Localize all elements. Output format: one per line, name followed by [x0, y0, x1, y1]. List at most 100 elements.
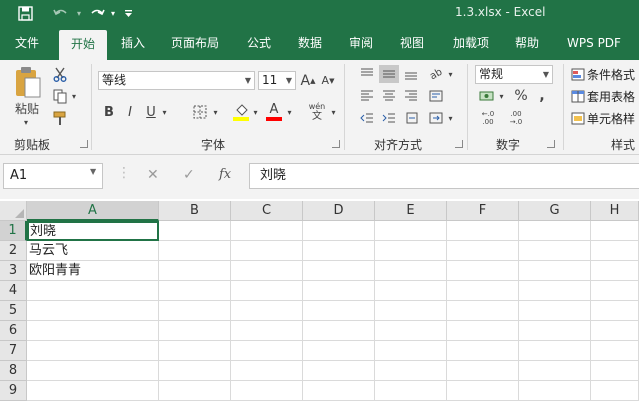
- tab-formulas[interactable]: 公式: [236, 26, 282, 60]
- underline-dropdown-icon[interactable]: ▾: [160, 102, 169, 122]
- decrease-decimal-icon[interactable]: .00 →.0: [505, 109, 527, 127]
- italic-button[interactable]: I: [121, 102, 139, 122]
- table-cell[interactable]: [303, 361, 375, 381]
- table-cell[interactable]: [303, 261, 375, 281]
- table-cell[interactable]: [303, 321, 375, 341]
- table-cell[interactable]: [375, 261, 447, 281]
- table-cell[interactable]: [159, 301, 231, 321]
- accounting-format-icon[interactable]: [477, 87, 497, 105]
- table-cell[interactable]: [159, 321, 231, 341]
- row-header[interactable]: 6: [0, 321, 27, 341]
- copy-icon[interactable]: [50, 87, 70, 105]
- table-cell[interactable]: [591, 221, 639, 241]
- font-color-icon[interactable]: A: [264, 100, 284, 124]
- percent-style-button[interactable]: %: [512, 87, 530, 105]
- redo-icon[interactable]: [84, 3, 110, 23]
- distribute-icon[interactable]: [404, 109, 420, 127]
- table-cell[interactable]: [447, 281, 519, 301]
- tab-review[interactable]: 审阅: [338, 26, 384, 60]
- tab-file[interactable]: 文件: [4, 26, 50, 60]
- merge-center-icon[interactable]: [426, 109, 446, 127]
- paste-icon[interactable]: [10, 64, 44, 100]
- table-cell[interactable]: [27, 281, 159, 301]
- fill-color-icon[interactable]: [231, 100, 251, 124]
- wrap-text-icon[interactable]: [426, 87, 446, 105]
- table-cell[interactable]: [519, 341, 591, 361]
- table-cell[interactable]: [159, 261, 231, 281]
- number-launcher-icon[interactable]: [547, 140, 555, 148]
- increase-indent-icon[interactable]: [379, 109, 399, 127]
- table-cell[interactable]: [447, 341, 519, 361]
- decrease-font-size-icon[interactable]: A ▼: [319, 71, 337, 90]
- font-launcher-icon[interactable]: [332, 140, 340, 148]
- table-cell[interactable]: [231, 261, 303, 281]
- table-cell[interactable]: [375, 361, 447, 381]
- cut-icon[interactable]: [50, 65, 70, 83]
- table-cell[interactable]: [375, 281, 447, 301]
- increase-decimal-icon[interactable]: ←.0.00: [477, 109, 499, 127]
- decrease-indent-icon[interactable]: [357, 109, 377, 127]
- table-cell[interactable]: [591, 341, 639, 361]
- table-cell[interactable]: [231, 301, 303, 321]
- table-cell[interactable]: [519, 221, 591, 241]
- table-cell[interactable]: [303, 281, 375, 301]
- table-cell[interactable]: [591, 321, 639, 341]
- table-cell[interactable]: [27, 361, 159, 381]
- active-cell[interactable]: 刘晓: [27, 221, 159, 241]
- table-cell[interactable]: [159, 361, 231, 381]
- table-cell[interactable]: [159, 281, 231, 301]
- table-cell[interactable]: [447, 321, 519, 341]
- number-format-dropdown-icon[interactable]: ▼: [543, 66, 549, 83]
- enter-icon[interactable]: ✓: [183, 167, 195, 183]
- table-cell[interactable]: [591, 301, 639, 321]
- table-cell[interactable]: [303, 301, 375, 321]
- font-color-dropdown-icon[interactable]: ▾: [285, 102, 294, 122]
- font-name-dropdown-icon[interactable]: ▼: [245, 72, 251, 89]
- table-cell[interactable]: [519, 261, 591, 281]
- table-cell[interactable]: [375, 301, 447, 321]
- column-header[interactable]: B: [159, 201, 231, 221]
- merge-dropdown-icon[interactable]: ▾: [446, 109, 455, 127]
- align-top-icon[interactable]: [357, 65, 377, 83]
- phonetic-dropdown-icon[interactable]: ▾: [329, 102, 338, 122]
- tab-wps-pdf[interactable]: WPS PDF: [558, 26, 630, 60]
- tab-insert[interactable]: 插入: [110, 26, 156, 60]
- underline-button[interactable]: U: [142, 102, 160, 122]
- conditional-formatting-button[interactable]: 条件格式: [571, 65, 639, 83]
- row-header[interactable]: 3: [0, 261, 27, 281]
- table-cell[interactable]: [303, 241, 375, 261]
- orientation-icon[interactable]: ab: [426, 65, 446, 83]
- table-cell[interactable]: [591, 241, 639, 261]
- row-header[interactable]: 9: [0, 381, 27, 401]
- table-cell[interactable]: 马云飞: [27, 241, 159, 261]
- paste-button[interactable]: 粘贴: [10, 100, 44, 116]
- table-cell[interactable]: [303, 381, 375, 401]
- table-cell[interactable]: [591, 281, 639, 301]
- table-cell[interactable]: [375, 221, 447, 241]
- customize-quick-access-icon[interactable]: [121, 3, 135, 23]
- table-cell[interactable]: [27, 301, 159, 321]
- table-cell[interactable]: [231, 381, 303, 401]
- tab-view[interactable]: 视图: [389, 26, 435, 60]
- table-cell[interactable]: [375, 381, 447, 401]
- name-box[interactable]: A1: [3, 163, 103, 189]
- format-painter-icon[interactable]: [50, 109, 70, 127]
- increase-font-size-icon[interactable]: A ▲: [299, 71, 317, 90]
- font-name-combo[interactable]: 等线 ▼: [98, 71, 255, 90]
- borders-dropdown-icon[interactable]: ▾: [211, 102, 220, 122]
- table-cell[interactable]: [303, 341, 375, 361]
- copy-dropdown-icon[interactable]: ▾: [70, 87, 78, 105]
- phonetic-guide-icon[interactable]: wén 文: [306, 100, 328, 124]
- undo-icon[interactable]: [48, 3, 74, 23]
- column-header[interactable]: F: [447, 201, 519, 221]
- table-cell[interactable]: [303, 221, 375, 241]
- table-cell[interactable]: [447, 221, 519, 241]
- table-cell[interactable]: [159, 221, 231, 241]
- orientation-dropdown-icon[interactable]: ▾: [446, 65, 455, 83]
- row-header[interactable]: 2: [0, 241, 27, 261]
- table-cell[interactable]: [27, 321, 159, 341]
- tab-help[interactable]: 帮助: [504, 26, 550, 60]
- alignment-launcher-icon[interactable]: [455, 140, 463, 148]
- table-cell[interactable]: [159, 341, 231, 361]
- table-cell[interactable]: [231, 221, 303, 241]
